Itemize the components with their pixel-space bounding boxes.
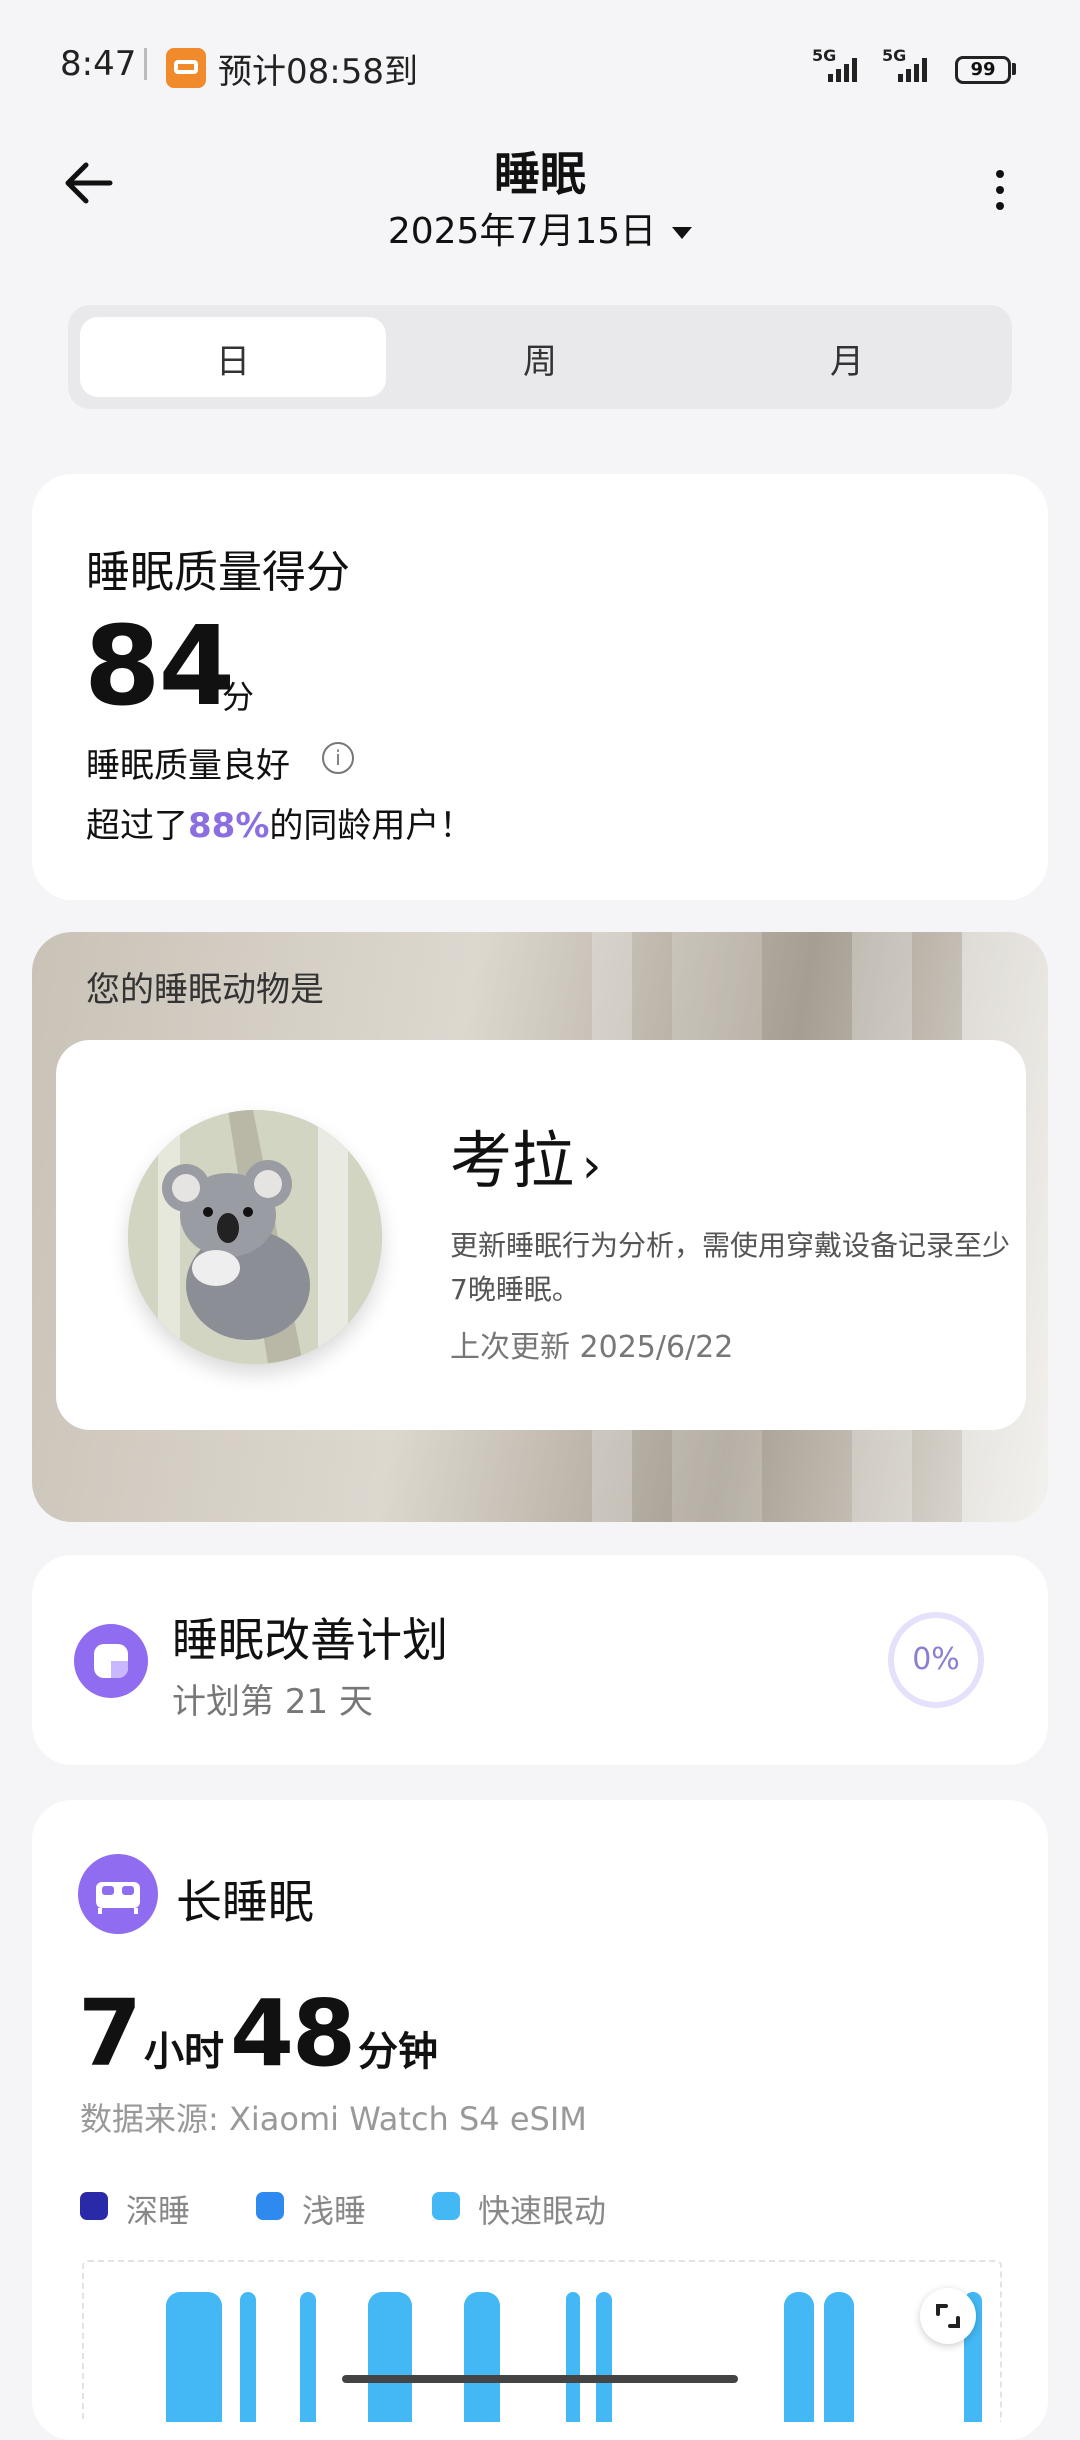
plan-icon <box>74 1624 148 1698</box>
stage-bar <box>464 2292 500 2422</box>
legend-deep-swatch <box>80 2192 108 2220</box>
animal-description: 更新睡眠行为分析，需使用穿戴设备记录至少7晚睡眠。 <box>450 1229 1011 1306</box>
duration-minutes: 48 <box>230 1980 356 2087</box>
plan-subtitle: 计划第 21 天 <box>172 1682 373 1722</box>
plan-title: 睡眠改善计划 <box>172 1613 448 1667</box>
data-source: 数据来源: Xiaomi Watch S4 eSIM <box>80 2100 587 2138</box>
tab-day[interactable]: 日 <box>76 334 390 383</box>
animal-name-link[interactable]: 考拉 › <box>450 1110 601 1200</box>
duration-hours: 7 <box>78 1980 142 2087</box>
koala-image <box>128 1110 382 1364</box>
animal-heading: 您的睡眠动物是 <box>86 970 324 1010</box>
sleep-duration: 7 小时48 分钟 <box>78 1980 444 2087</box>
chevron-right-icon: › <box>582 1138 602 1194</box>
stage-bar <box>824 2292 854 2422</box>
stage-bar <box>368 2292 412 2422</box>
bed-icon <box>78 1854 158 1934</box>
plan-progress-text: 0% <box>912 1642 960 1677</box>
info-icon[interactable]: i <box>322 742 354 774</box>
battery-icon: 99 <box>955 56 1011 84</box>
legend-light-label: 浅睡 <box>302 2192 367 2230</box>
legend-light-swatch <box>256 2192 284 2220</box>
score-unit: 分 <box>222 678 255 716</box>
signal-icon-2: 5G <box>882 46 942 84</box>
long-sleep-title: 长睡眠 <box>176 1875 314 1929</box>
more-menu-icon[interactable] <box>990 170 1010 220</box>
tab-month[interactable]: 月 <box>690 334 1004 383</box>
signal-icon-1: 5G <box>812 46 872 84</box>
expand-icon[interactable] <box>920 2288 976 2344</box>
score-value: 84 <box>84 602 235 730</box>
status-eta: 预计08:58到 <box>218 52 418 92</box>
stage-bar <box>300 2292 316 2422</box>
animal-updated: 上次更新 2025/6/22 <box>450 1330 734 1365</box>
stage-bar <box>596 2292 612 2422</box>
stage-bar <box>566 2292 580 2422</box>
date-label: 2025年7月15日 <box>387 211 657 252</box>
battery-tip <box>1012 63 1016 75</box>
status-divider <box>144 48 147 80</box>
score-heading: 睡眠质量得分 <box>86 547 350 598</box>
home-indicator[interactable] <box>342 2375 738 2383</box>
stage-bar <box>166 2292 222 2422</box>
duration-minutes-unit: 分钟 <box>358 2029 439 2075</box>
sleep-stage-chart[interactable] <box>82 2260 1002 2422</box>
percentile-suffix: 的同龄用户！ <box>269 806 474 846</box>
status-time: 8:47 <box>60 44 137 84</box>
tab-week[interactable]: 周 <box>383 334 697 383</box>
duration-hours-unit: 小时 <box>144 2029 225 2075</box>
page-title: 睡眠 <box>494 147 586 201</box>
legend-rem-label: 快速眼动 <box>478 2192 607 2230</box>
stage-bar <box>240 2292 256 2422</box>
percentile-value: 88% <box>188 806 270 846</box>
ride-app-icon <box>166 48 206 88</box>
percentile-prefix: 超过了 <box>86 806 188 846</box>
legend-rem-swatch <box>432 2192 460 2220</box>
caret-down-icon <box>672 227 693 239</box>
date-selector[interactable]: 2025年7月15日 <box>0 202 1080 254</box>
quality-label: 睡眠质量良好 <box>86 746 290 786</box>
status-bar: 8:47 预计08:58到 5G 5G 99 <box>0 0 1080 130</box>
stage-bar <box>784 2292 814 2422</box>
legend-deep-label: 深睡 <box>126 2192 191 2230</box>
animal-name: 考拉 <box>450 1124 575 1197</box>
percentile-text: 超过了88%的同龄用户！ <box>86 798 473 847</box>
